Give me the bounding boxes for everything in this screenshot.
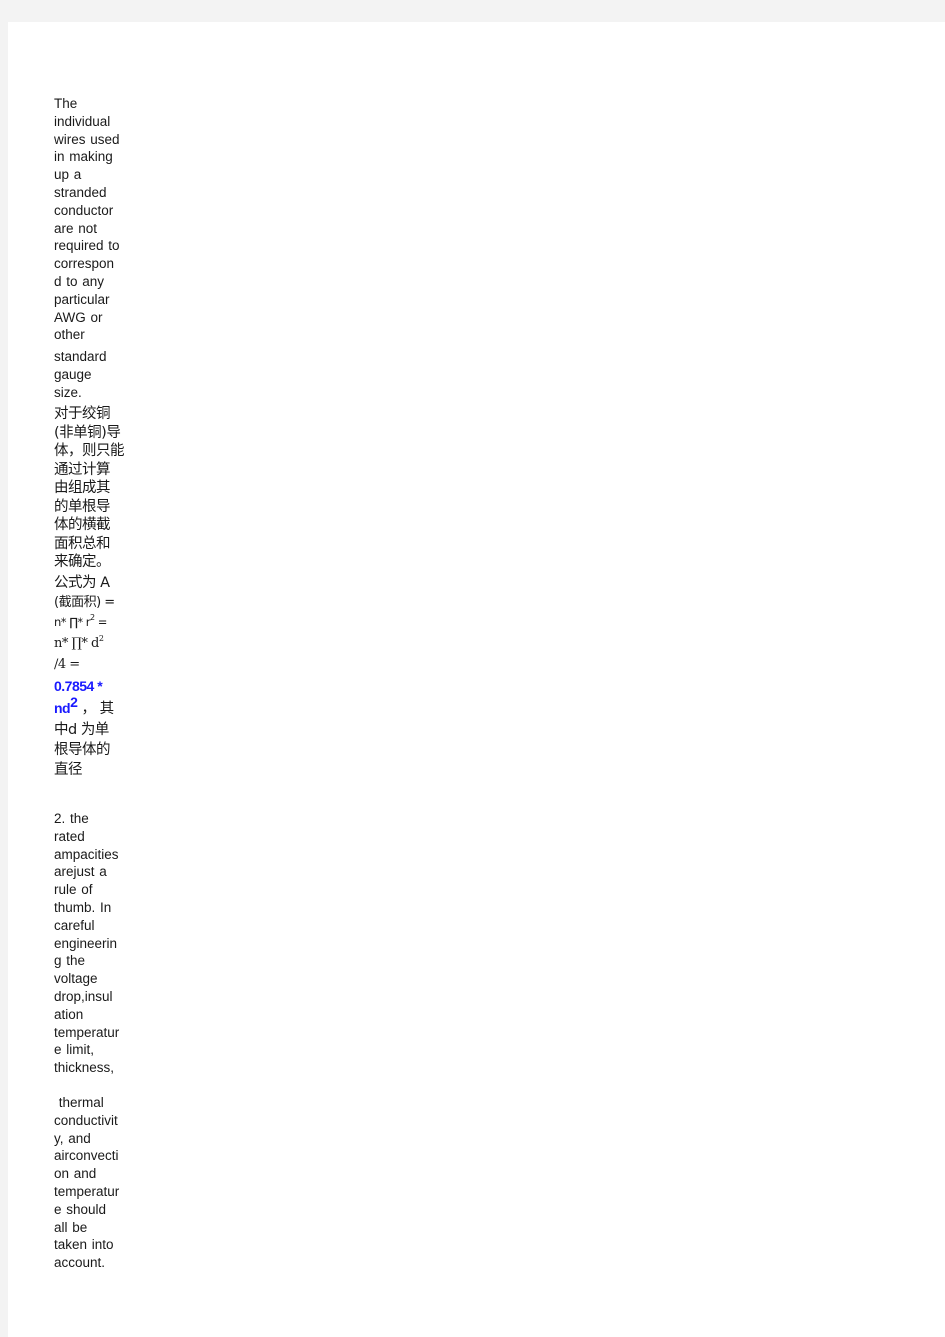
text-line: 体的横截 <box>54 517 111 533</box>
text-line: ampacities <box>54 846 119 862</box>
text-line: required to <box>54 238 120 254</box>
text-line: drop,insul <box>54 988 113 1004</box>
formula-line: 中d 为单 <box>54 722 109 738</box>
text-line: gauge <box>54 366 92 382</box>
text-line: in making <box>54 149 113 165</box>
text-line: 的单根导 <box>54 498 111 515</box>
text-line: e should <box>54 1201 107 1217</box>
text-line: stranded <box>54 184 107 200</box>
text-line: 通过计算 <box>54 461 111 478</box>
formula-line: nd2 ， 其 <box>54 695 126 720</box>
formula-text: n* ∏* r <box>54 615 91 629</box>
text-line: rule of <box>54 882 93 898</box>
formula-text: n* ∏* d <box>54 636 99 651</box>
text-line: up a <box>54 167 82 183</box>
text-line: d to any <box>54 273 105 289</box>
text-line: are not <box>54 220 98 236</box>
paragraph-rated-ampacities: 2. the rated ampacities arejust a rule o… <box>54 810 126 1077</box>
text-line: 面积总和 <box>54 535 111 552</box>
formula-text: = <box>94 615 108 629</box>
text-line: correspon <box>54 256 115 272</box>
formula-line: 直径 <box>54 762 83 778</box>
formula-block: 公式为 A (截面积) = n* ∏* r2 = n* ∏* d2 /4 = 0… <box>54 574 126 780</box>
text-line: individual <box>54 113 111 129</box>
formula-line: (截面积) = <box>54 593 126 613</box>
formula-line: /4 = <box>54 657 80 672</box>
text-line: conductor <box>54 202 114 218</box>
formula-highlight-line: 0.7854 * <box>54 678 103 694</box>
formula-text: ， 其 <box>77 701 115 717</box>
text-line: standard <box>54 349 107 364</box>
text-line: 体，则只能 <box>54 443 125 459</box>
text-line: account. <box>54 1255 106 1271</box>
text-line: all be <box>54 1219 88 1235</box>
formula-line: 公式为 A <box>54 575 110 591</box>
text-line: thermal <box>54 1095 104 1110</box>
paragraph-thermal-factors: thermal conductivit y, and airconvecti o… <box>54 1094 126 1272</box>
text-line: temperatur <box>54 1183 120 1199</box>
text-line: ation <box>54 1006 84 1022</box>
formula-line: n* ∏* r2 = <box>54 612 126 633</box>
text-line: y, and <box>54 1130 91 1146</box>
text-line: other <box>54 327 85 343</box>
formula-text: (截面积) = <box>54 594 115 610</box>
text-line: arejust a <box>54 864 107 880</box>
text-line: size. <box>54 384 82 400</box>
paragraph-chinese-explanation: 对于绞铜 (非单铜)导 体，则只能 通过计算 由组成其 的单根导 体的横截 面积… <box>54 405 126 572</box>
text-line: careful <box>54 917 95 933</box>
paragraph-stranded-wires: The individual wires used in making up a… <box>54 95 126 344</box>
text-line: AWG or <box>54 309 103 325</box>
text-line: conductivit <box>54 1112 118 1128</box>
text-line: on and <box>54 1166 97 1182</box>
text-line: thickness, <box>54 1060 115 1076</box>
text-line: 对于绞铜 <box>54 406 111 422</box>
text-line: temperatur <box>54 1024 120 1040</box>
text-line: engineerin <box>54 935 118 951</box>
text-line: wires used <box>54 131 120 147</box>
text-line: airconvecti <box>54 1148 119 1164</box>
text-line: The <box>54 96 78 111</box>
text-line: 2. the <box>54 811 89 826</box>
text-line: 由组成其 <box>54 480 111 496</box>
text-line: particular <box>54 291 110 307</box>
text-line: e limit, <box>54 1042 95 1058</box>
formula-line: 根导体的 <box>54 742 111 758</box>
text-line: thumb. In <box>54 899 112 915</box>
document-page: The individual wires used in making up a… <box>8 22 945 1337</box>
text-line: (非单铜)导 <box>54 424 121 441</box>
superscript: 2 <box>98 634 104 643</box>
text-line: g the <box>54 953 86 969</box>
formula-highlight-text: nd <box>54 700 71 716</box>
formula-line: n* ∏* d2 <box>54 633 126 655</box>
text-line: voltage <box>54 971 98 987</box>
text-line: taken into <box>54 1237 114 1253</box>
text-line: rated <box>54 828 85 844</box>
text-line: 来确定。 <box>54 554 111 570</box>
paragraph-standard-gauge: standard gauge size. <box>54 348 126 401</box>
